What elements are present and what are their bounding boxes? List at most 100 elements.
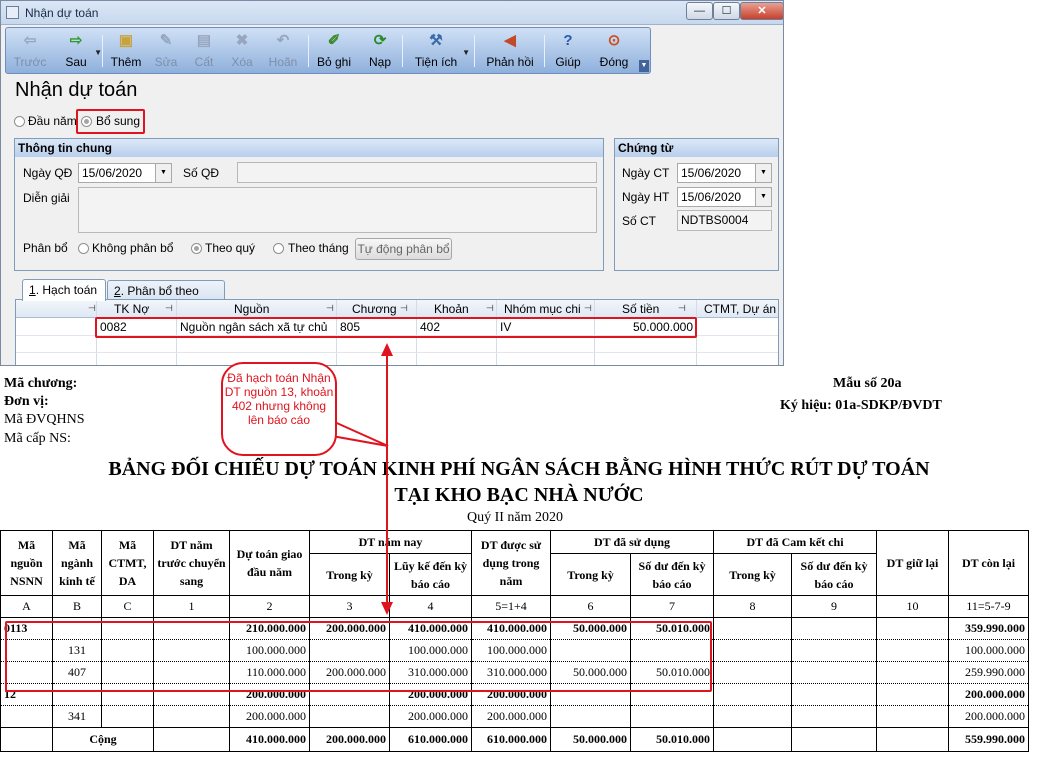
- cell-tk-no[interactable]: 0082: [100, 320, 127, 334]
- code-cell: 6: [550, 595, 631, 618]
- radio-khong-phan-bo-label: Không phân bổ: [92, 241, 174, 255]
- radio-theo-thang-label: Theo tháng: [288, 241, 349, 255]
- ngay-ht-label: Ngày HT: [622, 190, 670, 204]
- chevron-down-icon[interactable]: ▼: [755, 164, 771, 182]
- report-cell-v2: 110.000.000: [229, 661, 310, 684]
- col-chuong[interactable]: Chương: [352, 302, 397, 316]
- report-row: 131 100.000.000 100.000.000 100.000.000 100.…: [0, 639, 1029, 662]
- radio-dau-nam[interactable]: [14, 116, 25, 127]
- report-row: 341 200.000.000 200.000.000 200.000.000 200.…: [0, 705, 1029, 728]
- report-cell-v11: 200.000.000: [948, 705, 1029, 728]
- save-disk-icon: ▤: [196, 32, 212, 49]
- toolbar-separator: [544, 35, 545, 67]
- report-cell-v3: [309, 639, 390, 662]
- ky-hieu-label: Ký hiệu: 01a-SDKP/ĐVDT: [780, 398, 942, 413]
- cell-so-tien[interactable]: 50.000.000: [598, 320, 693, 334]
- ngay-qd-field[interactable]: 15/06/2020 ▼: [78, 163, 172, 183]
- tab-phan-bo-theo-quy[interactable]: 2. Phân bổ theo quý: [107, 280, 225, 312]
- title-bar: Nhận dự toán — ☐ ✕: [1, 1, 783, 25]
- prev-button[interactable]: ⇦ Trước: [10, 30, 50, 72]
- chevron-down-icon[interactable]: ▼: [462, 48, 470, 57]
- tab-hach-toan[interactable]: 1. Hạch toán: [22, 279, 106, 301]
- total-row: Cộng 410.000.000 200.000.000 610.000.000…: [0, 727, 1029, 752]
- col-so-tien[interactable]: Số tiền: [622, 302, 659, 316]
- pin-icon[interactable]: ⊣: [165, 303, 173, 314]
- cell-nhom-muc-chi[interactable]: IV: [500, 320, 511, 334]
- cell-khoan[interactable]: 402: [420, 320, 440, 334]
- pin-icon[interactable]: ⊣: [486, 303, 494, 314]
- so-qd-field[interactable]: [237, 162, 597, 183]
- code-cell: 7: [630, 595, 714, 618]
- chevron-down-icon[interactable]: ▼: [94, 48, 102, 57]
- toolbar-overflow-icon[interactable]: ▼: [639, 60, 649, 72]
- cell-nguon[interactable]: Nguồn ngân sách xã tự chủ: [180, 320, 327, 334]
- total-cell: [713, 727, 792, 752]
- pin-icon[interactable]: ⊣: [88, 303, 96, 314]
- dien-giai-field[interactable]: [78, 187, 597, 233]
- pin-icon[interactable]: ⊣: [584, 303, 592, 314]
- report-cell-v9: [791, 683, 877, 706]
- report-cell-v1: [153, 683, 230, 706]
- annotation-callout: Đã hạch toán Nhận DT nguồn 13, khoản 402…: [221, 362, 337, 456]
- cancel-button[interactable]: ↶ Hoãn: [266, 30, 300, 72]
- delete-button[interactable]: ✖ Xóa: [228, 30, 256, 72]
- total-cell: 200.000.000: [309, 727, 390, 752]
- code-cell: 8: [713, 595, 792, 618]
- chevron-down-icon[interactable]: ▼: [755, 188, 771, 206]
- col-tk-no[interactable]: TK Nợ: [114, 302, 149, 316]
- radio-theo-thang[interactable]: [273, 243, 284, 254]
- col-nguon[interactable]: Nguồn: [234, 302, 269, 316]
- save-button[interactable]: ▤ Cất: [190, 30, 218, 72]
- help-button[interactable]: ? Giúp: [552, 30, 584, 72]
- accounting-grid[interactable]: ⊣ TK Nợ ⊣ Nguồn ⊣ Chương ⊣ Khoản ⊣ Nhóm …: [15, 299, 779, 365]
- report-cell-v4: 100.000.000: [389, 639, 472, 662]
- pin-icon[interactable]: ⊣: [678, 303, 686, 314]
- cell-chuong[interactable]: 805: [340, 320, 360, 334]
- ngay-ht-field[interactable]: 15/06/2020 ▼: [677, 187, 772, 207]
- code-cell: 3: [309, 595, 390, 618]
- ngay-qd-label: Ngày QĐ: [23, 166, 73, 180]
- report-cell-v11: 259.990.000: [948, 661, 1029, 684]
- edit-button[interactable]: ✎ Sửa: [152, 30, 180, 72]
- pin-icon[interactable]: ⊣: [400, 303, 408, 314]
- total-cell: [876, 727, 949, 752]
- maximize-button[interactable]: ☐: [713, 2, 740, 20]
- radio-bo-sung[interactable]: [81, 116, 92, 127]
- utilities-button[interactable]: ⚒ Tiện ích ▼: [410, 30, 470, 72]
- report-cell-v8: [713, 639, 792, 662]
- radio-theo-quy[interactable]: [191, 243, 202, 254]
- chevron-down-icon[interactable]: ▼: [155, 164, 171, 182]
- report-cell-v10: [876, 617, 949, 640]
- app-window: Nhận dự toán — ☐ ✕ ⇦ Trước ⇨ Sau ▼ ▣ Thê…: [0, 0, 784, 366]
- report-cell-v5: 410.000.000: [471, 617, 551, 640]
- report-cell-c: [101, 705, 154, 728]
- report-cell-v9: [791, 617, 877, 640]
- report-cell-v2: 100.000.000: [229, 639, 310, 662]
- reload-button[interactable]: ⟳ Nạp: [366, 30, 394, 72]
- report-cell-v2: 210.000.000: [229, 617, 310, 640]
- report-cell-v7: 50.010.000: [630, 661, 714, 684]
- next-button[interactable]: ⇨ Sau ▼: [58, 30, 102, 72]
- close-button[interactable]: ⊙ Đóng: [596, 30, 632, 72]
- th-ma-ctmt: Mã CTMT, DA: [101, 530, 154, 596]
- report-cell-v11: 200.000.000: [948, 683, 1029, 706]
- col-khoan[interactable]: Khoản: [434, 302, 469, 316]
- report-cell-c: [101, 683, 154, 706]
- col-ctmt[interactable]: CTMT, Dự án: [704, 302, 776, 316]
- close-icon: ⊙: [607, 32, 621, 49]
- minimize-button[interactable]: —: [686, 2, 713, 20]
- auto-allocate-button[interactable]: Tự động phân bổ: [355, 238, 452, 260]
- report-cell-v9: [791, 639, 877, 662]
- add-button[interactable]: ▣ Thêm: [108, 30, 144, 72]
- so-ct-field[interactable]: NDTBS0004: [677, 210, 772, 231]
- ngay-ct-field[interactable]: 15/06/2020 ▼: [677, 163, 772, 183]
- radio-khong-phan-bo[interactable]: [78, 243, 89, 254]
- unpost-button[interactable]: ✐ Bỏ ghi: [314, 30, 354, 72]
- pin-icon[interactable]: ⊣: [326, 303, 334, 314]
- report-cell-v7: [630, 705, 714, 728]
- col-nhom-muc-chi[interactable]: Nhóm mục chi: [504, 302, 581, 316]
- column-code-row: A B C 1 2 3 4 5=1+4 6 7 8 9 10 11=5-7-9: [0, 595, 1029, 618]
- feedback-button[interactable]: ◀ Phản hồi: [484, 30, 536, 72]
- close-window-button[interactable]: ✕: [740, 2, 783, 20]
- grid-line: [16, 352, 778, 353]
